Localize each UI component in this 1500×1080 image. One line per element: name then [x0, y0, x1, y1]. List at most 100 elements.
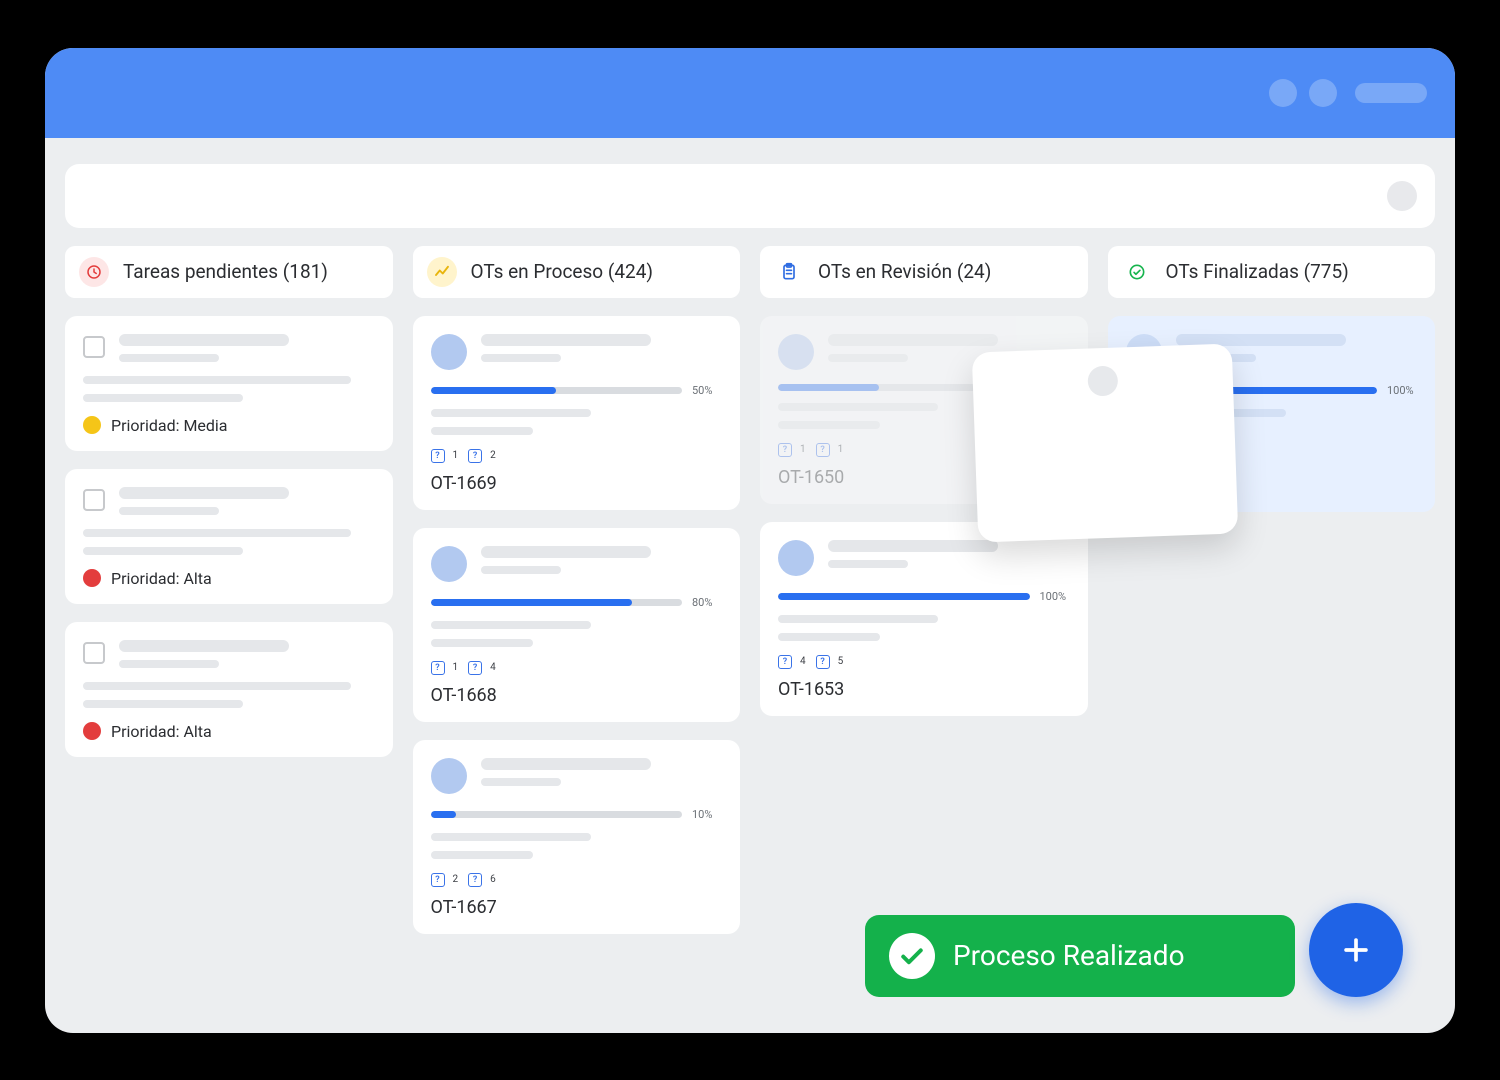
priority-label: Prioridad: Media — [111, 416, 228, 435]
progress-fill — [431, 387, 557, 394]
placeholder-line — [778, 421, 880, 429]
badge-value: 1 — [798, 444, 810, 455]
placeholder-line — [828, 354, 908, 362]
assignee-avatar — [778, 334, 814, 370]
window-control-pill — [1355, 83, 1427, 103]
badge-value: 1 — [451, 662, 463, 673]
badge-value: 2 — [488, 450, 500, 461]
search-bar[interactable] — [65, 164, 1435, 228]
ot-card[interactable]: 80% ? 1 ? 4 OT-1668 — [413, 528, 741, 722]
placeholder-line — [481, 778, 561, 786]
ot-id: OT-1669 — [431, 467, 723, 494]
badge-icon: ? — [431, 449, 445, 463]
badge-icon: ? — [468, 873, 482, 887]
dragging-card[interactable] — [972, 343, 1238, 542]
placeholder-line — [481, 566, 561, 574]
ot-id: OT-1653 — [778, 673, 1070, 700]
placeholder-line — [778, 633, 880, 641]
task-checkbox[interactable] — [83, 489, 105, 511]
badge-row: ? 4 ? 5 — [778, 655, 1070, 669]
task-card[interactable]: Prioridad: Alta — [65, 622, 393, 757]
placeholder-line — [431, 833, 591, 841]
success-toast: Proceso Realizado — [865, 915, 1295, 997]
ot-card[interactable]: 50% ? 1 ? 2 OT-1669 — [413, 316, 741, 510]
placeholder-line — [481, 546, 651, 558]
placeholder-line — [828, 334, 998, 346]
ot-card[interactable]: 10% ?2 ?6 OT-1667 — [413, 740, 741, 934]
badge-row: ?2 ?6 — [431, 873, 723, 887]
progress-pct: 50% — [692, 384, 722, 397]
ot-card[interactable]: 100% ? 4 ? 5 OT-1653 — [760, 522, 1088, 716]
placeholder-line — [828, 560, 908, 568]
placeholder-line — [481, 334, 651, 346]
priority-row: Prioridad: Alta — [83, 722, 375, 741]
column-title: OTs Finalizadas (775) — [1166, 260, 1349, 283]
placeholder-line — [83, 547, 243, 555]
task-checkbox[interactable] — [83, 336, 105, 358]
placeholder-line — [83, 394, 243, 402]
badge-icon: ? — [778, 655, 792, 669]
placeholder-line — [778, 403, 938, 411]
clipboard-icon — [774, 257, 804, 287]
titlebar — [45, 48, 1455, 138]
progress-fill — [778, 593, 1030, 600]
assignee-avatar — [1087, 365, 1118, 396]
progress-bar: 10% — [431, 808, 723, 821]
priority-dot — [83, 722, 101, 740]
placeholder-line — [431, 851, 533, 859]
priority-dot — [83, 569, 101, 587]
assignee-avatar — [778, 540, 814, 576]
column-title: OTs en Proceso (424) — [471, 260, 654, 283]
placeholder-line — [119, 487, 289, 499]
column-pending: Tareas pendientes (181) Prioridad: Med — [65, 246, 393, 934]
badge-value: 4 — [488, 662, 500, 673]
badge-value: 6 — [488, 874, 500, 885]
plus-icon — [1339, 933, 1373, 967]
task-card[interactable]: Prioridad: Media — [65, 316, 393, 451]
column-header-review: OTs en Revisión (24) — [760, 246, 1088, 298]
progress-bar: 50% — [431, 384, 723, 397]
column-process: OTs en Proceso (424) 50% ? 1 ? 2 OT-1669 — [413, 246, 741, 934]
badge-icon: ? — [431, 661, 445, 675]
kanban-board: Tareas pendientes (181) Prioridad: Med — [45, 246, 1455, 934]
placeholder-line — [481, 758, 651, 770]
placeholder-line — [481, 354, 561, 362]
column-header-process: OTs en Proceso (424) — [413, 246, 741, 298]
placeholder-line — [778, 615, 938, 623]
ot-id: OT-1668 — [431, 679, 723, 706]
placeholder-line — [431, 409, 591, 417]
badge-value: 4 — [798, 656, 810, 667]
progress-fill — [778, 384, 879, 391]
placeholder-line — [828, 540, 998, 552]
placeholder-line — [431, 639, 533, 647]
placeholder-line — [431, 621, 591, 629]
column-review: OTs en Revisión (24) ?1 ?1 OT-1650 — [760, 246, 1088, 934]
badge-value: 1 — [451, 450, 463, 461]
progress-pct: 10% — [692, 808, 722, 821]
placeholder-line — [83, 682, 351, 690]
priority-dot — [83, 416, 101, 434]
clock-icon — [79, 257, 109, 287]
progress-pct: 100% — [1040, 590, 1070, 603]
badge-icon: ? — [468, 449, 482, 463]
add-button[interactable] — [1309, 903, 1403, 997]
column-title: Tareas pendientes (181) — [123, 260, 328, 283]
placeholder-line — [83, 529, 351, 537]
badge-icon: ? — [778, 443, 792, 457]
task-checkbox[interactable] — [83, 642, 105, 664]
placeholder-line — [119, 640, 289, 652]
window-control-dot — [1269, 79, 1297, 107]
badge-icon: ? — [816, 655, 830, 669]
badge-icon: ? — [468, 661, 482, 675]
task-card[interactable]: Prioridad: Alta — [65, 469, 393, 604]
column-header-pending: Tareas pendientes (181) — [65, 246, 393, 298]
placeholder-line — [119, 660, 219, 668]
progress-fill — [431, 599, 632, 606]
window-control-dot — [1309, 79, 1337, 107]
badge-value: 5 — [836, 656, 848, 667]
search-avatar — [1387, 181, 1417, 211]
placeholder-line — [431, 427, 533, 435]
placeholder-line — [119, 334, 289, 346]
progress-bar: 100% — [778, 590, 1070, 603]
progress-bar: 80% — [431, 596, 723, 609]
